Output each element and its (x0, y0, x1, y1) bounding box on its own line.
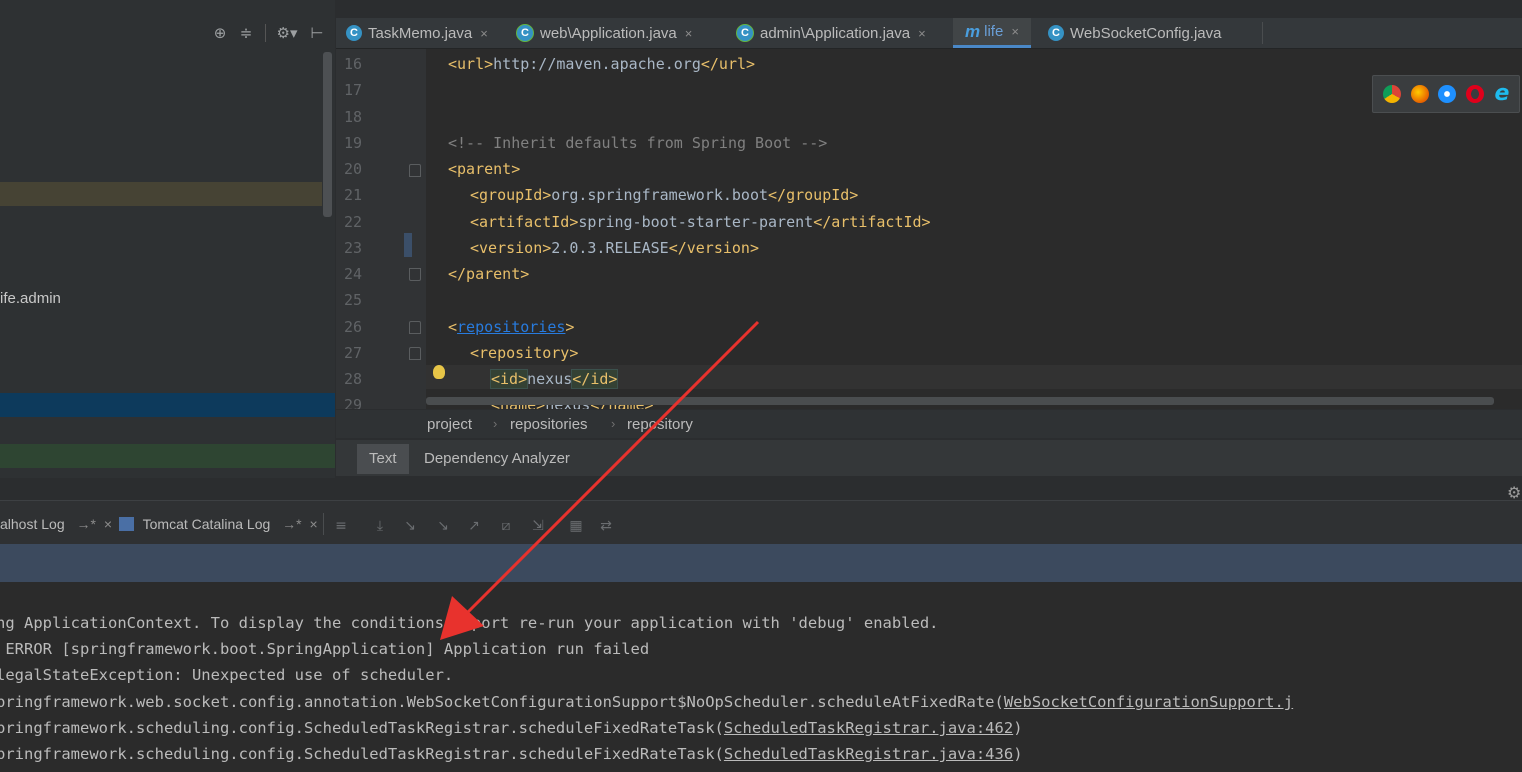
arrow-shaft (456, 320, 760, 624)
annotation-arrow (440, 320, 760, 640)
